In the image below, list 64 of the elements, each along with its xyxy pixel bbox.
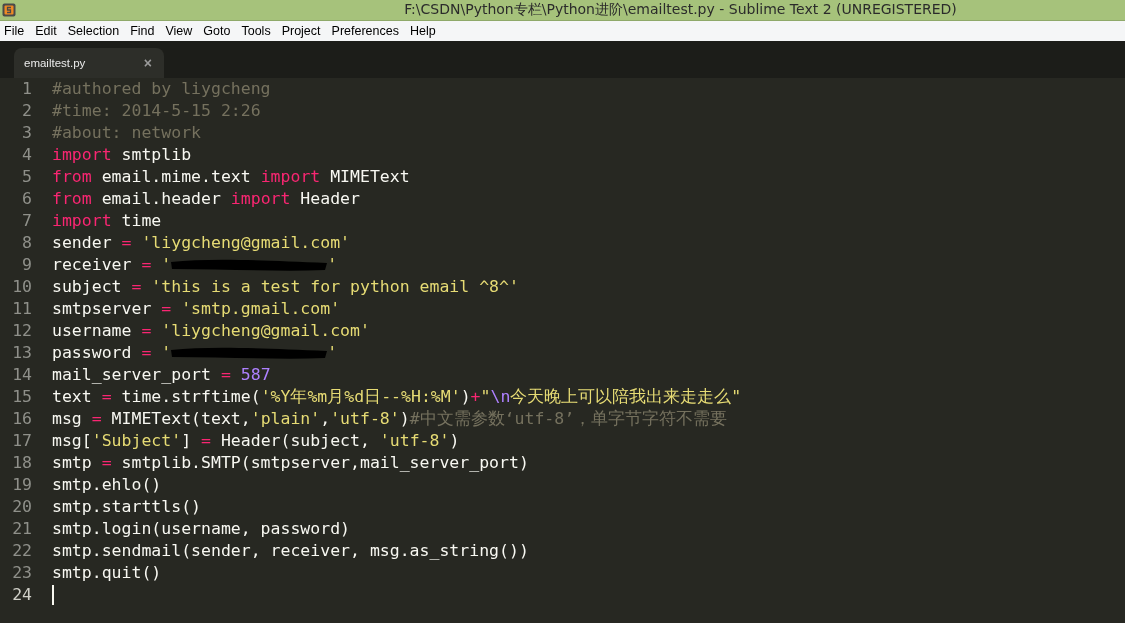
line-number: 3: [21, 122, 32, 144]
line-number: 16: [11, 408, 32, 430]
line-number: 15: [11, 386, 32, 408]
code-text: receiver = ': [52, 254, 172, 276]
line-number: 21: [11, 518, 32, 540]
text-cursor: [52, 585, 54, 605]
line-number: 1: [21, 78, 32, 100]
line-number: 19: [11, 474, 32, 496]
code-text: import smtplib: [52, 144, 192, 166]
code-text: text = time.strftime('%Y年%m月%d日--%H:%M')+"\n今天晚上可以陪我出来走走么": [52, 386, 742, 408]
line-number: 14: [11, 364, 32, 386]
menu-item[interactable]: File: [0, 24, 30, 38]
menu-item[interactable]: Find: [126, 24, 160, 38]
line-number: 12: [11, 320, 32, 342]
code-text: sender = 'liygcheng@gmail.com': [52, 232, 351, 254]
menu-item[interactable]: Edit: [31, 24, 62, 38]
code-text: ': [327, 342, 338, 364]
code-text: import time: [52, 210, 162, 232]
code-text: #time: 2014-5-15 2:26: [52, 100, 261, 122]
line-number: 2: [21, 100, 32, 122]
code-text: from email.header import Header: [52, 188, 360, 210]
line-number: 5: [21, 166, 32, 188]
code-text: mail_server_port = 587: [52, 364, 271, 386]
code-text: smtp = smtplib.SMTP(smtpserver,mail_server_port): [52, 452, 529, 474]
code-text: #authored by liygcheng: [52, 78, 271, 100]
code-text: smtp.starttls(): [52, 496, 201, 518]
line-number: 20: [11, 496, 32, 518]
file-tab[interactable]: emailtest.py ×: [14, 48, 164, 78]
line-number: 17: [11, 430, 32, 452]
code-text: from email.mime.text import MIMEText: [52, 166, 410, 188]
line-number: 11: [11, 298, 32, 320]
app-icon: [2, 3, 16, 17]
code-text: subject = 'this is a test for python email ^8^': [52, 276, 519, 298]
menu-item[interactable]: Help: [405, 24, 441, 38]
menu-item[interactable]: Project: [277, 24, 326, 38]
code-text: ': [327, 254, 338, 276]
line-number: 10: [11, 276, 32, 298]
code-text: username = 'liygcheng@gmail.com': [52, 320, 370, 342]
code-text: msg['Subject'] = Header(subject, 'utf-8'): [52, 430, 460, 452]
close-icon[interactable]: ×: [143, 55, 152, 71]
line-number: 9: [21, 254, 32, 276]
window-title: F:\CSDN\Python专栏\Python进阶\emailtest.py - Sublime Text 2 (UNREGISTERED): [403, 1, 958, 19]
menu-item[interactable]: View: [161, 24, 198, 38]
line-number: 24: [11, 584, 32, 606]
line-number: 8: [21, 232, 32, 254]
line-number: 13: [11, 342, 32, 364]
line-number: 4: [21, 144, 32, 166]
menu-item[interactable]: Tools: [237, 24, 276, 38]
code-text: password = ': [52, 342, 172, 364]
code-text: smtpserver = 'smtp.gmail.com': [52, 298, 341, 320]
code-text: smtp.quit(): [52, 562, 162, 584]
code-text: smtp.ehlo(): [52, 474, 162, 496]
code-text: smtp.login(username, password): [52, 518, 350, 540]
line-number: 23: [11, 562, 32, 584]
menu-item[interactable]: Goto: [199, 24, 236, 38]
code-text: smtp.sendmail(sender, receiver, msg.as_string()): [52, 540, 529, 562]
line-number: 22: [11, 540, 32, 562]
line-number: 6: [21, 188, 32, 210]
menu-item[interactable]: Preferences: [327, 24, 404, 38]
code-text: msg = MIMEText(text,'plain','utf-8')#中文需参数‘utf-8’，单字节字符不需要: [52, 408, 728, 430]
line-number: 18: [11, 452, 32, 474]
line-number: 7: [21, 210, 32, 232]
code-text: #about: network: [52, 122, 201, 144]
menu-item[interactable]: Selection: [63, 24, 125, 38]
